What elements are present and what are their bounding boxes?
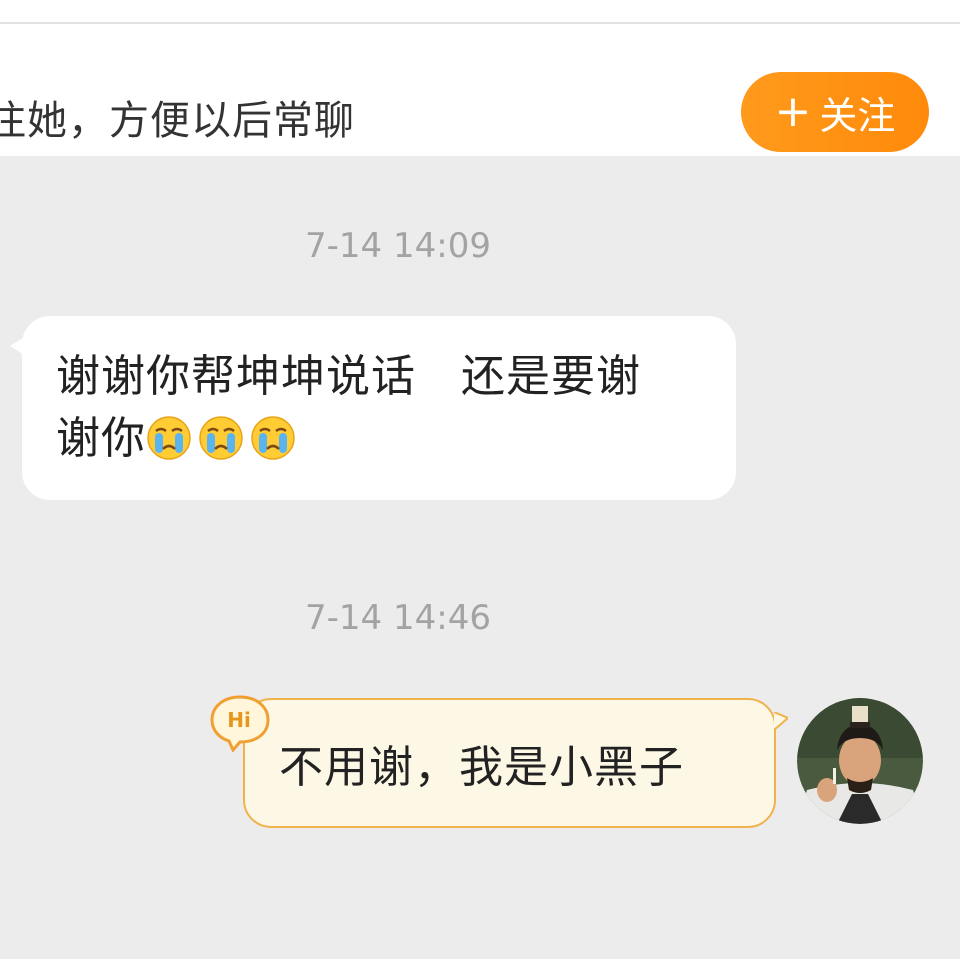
bubble-tail	[774, 712, 788, 730]
hi-badge-text: Hi	[227, 708, 251, 732]
follow-banner: 注她，方便以后常聊 + 关注	[0, 24, 960, 156]
top-strip	[0, 0, 960, 24]
received-message-line: 谢你	[56, 408, 706, 470]
message-timestamp: 7-14 14:46	[305, 598, 491, 638]
follow-prompt-text: 注她，方便以后常聊	[0, 98, 355, 144]
avatar[interactable]	[797, 698, 923, 824]
crying-face-emoji-icon	[251, 416, 295, 460]
received-message-text: 谢你	[56, 413, 146, 464]
sent-message-bubble[interactable]: 不用谢，我是小黑子	[243, 698, 776, 828]
follow-button-label: 关注	[819, 93, 896, 138]
message-timestamp: 7-14 14:09	[305, 226, 491, 266]
plus-icon: +	[774, 86, 812, 137]
sent-message-text: 不用谢，我是小黑子	[279, 742, 684, 793]
received-message-line: 谢谢你帮坤坤说话 还是要谢	[56, 351, 641, 402]
hi-badge-icon: Hi	[210, 695, 270, 752]
crying-face-emoji-icon	[199, 416, 243, 460]
received-message-bubble[interactable]: 谢谢你帮坤坤说话 还是要谢 谢你	[22, 316, 736, 500]
follow-button[interactable]: + 关注	[741, 72, 929, 152]
crying-face-emoji-icon	[147, 416, 191, 460]
